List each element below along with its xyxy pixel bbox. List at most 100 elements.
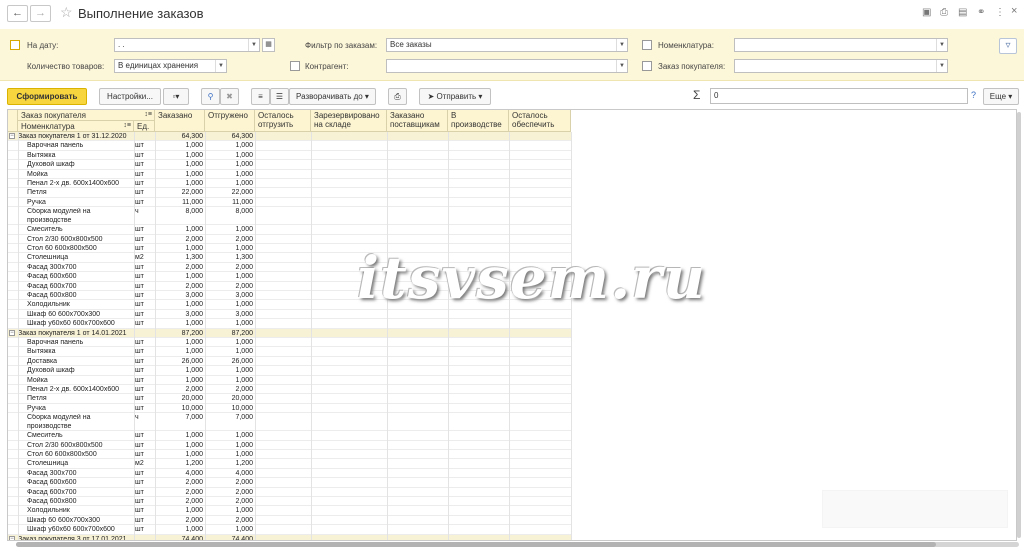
table-row[interactable]: Петля шт 22,000 22,000 [8, 188, 571, 198]
table-row[interactable]: Шкаф 60 600х700х300 шт 2,000 2,000 [8, 516, 571, 526]
vertical-scrollbar[interactable] [1017, 112, 1021, 538]
table-row[interactable]: Стол 2/30 600х800х500 шт 2,000 2,000 [8, 235, 571, 244]
more-button[interactable]: Еще ▾ [983, 88, 1019, 105]
customer-order-field[interactable]: ▼ [734, 59, 948, 73]
date-checkbox[interactable] [10, 40, 20, 50]
group-row[interactable]: − Заказ покупателя 1 от 14.01.2021 87,200 8… [8, 328, 571, 338]
horizontal-scrollbar[interactable] [16, 542, 1019, 547]
header-to-ship[interactable]: Осталось отгрузить [255, 110, 311, 132]
nomenclature-checkbox[interactable] [642, 40, 652, 50]
chevron-down-icon[interactable]: ▼ [215, 60, 226, 72]
nomenclature-field[interactable]: ▼ [734, 38, 948, 52]
chevron-down-icon[interactable]: ▼ [248, 39, 259, 51]
favorite-star-icon[interactable]: ☆ [60, 4, 73, 21]
sum-field[interactable]: 0 [710, 88, 968, 104]
qty-select[interactable]: В единицах хранения ▼ [114, 59, 227, 73]
variant-button[interactable]: ▫▾ [163, 88, 189, 105]
header-in-production[interactable]: В производстве [448, 110, 509, 132]
header-unit[interactable]: Ед. [134, 121, 155, 132]
header-ordered-suppliers[interactable]: Заказано поставщикам [387, 110, 448, 132]
print-icon[interactable]: ⎙ [940, 7, 948, 18]
table-row[interactable]: Фасад 600х600 шт 2,000 2,000 [8, 478, 571, 488]
table-row[interactable]: Варочная панель шт 1,000 1,000 [8, 141, 571, 151]
table-row[interactable]: Вытяжка шт 1,000 1,000 [8, 151, 571, 161]
table-row[interactable]: Варочная панель шт 1,000 1,000 [8, 338, 571, 348]
chevron-down-icon[interactable]: ▼ [936, 60, 947, 72]
chevron-down-icon[interactable]: ▼ [616, 60, 627, 72]
preview-icon[interactable]: ▤ [958, 7, 967, 18]
clear-search-button[interactable]: ✖ [220, 88, 239, 105]
group-row[interactable]: − Заказ покупателя 1 от 31.12.2020 64,300 6… [8, 132, 571, 142]
save-icon[interactable]: ▣ [922, 7, 931, 18]
table-row[interactable]: Холодильник шт 1,000 1,000 [8, 506, 571, 516]
counterparty-checkbox[interactable] [290, 61, 300, 71]
cell-unit: шт [135, 376, 144, 384]
table-row[interactable]: Сборка модулей на производстве ч 7,000 7,000 [8, 413, 571, 432]
generate-button[interactable]: Сформировать [7, 88, 87, 105]
header-ordered[interactable]: Заказано [155, 110, 205, 132]
collapse-all-button[interactable]: ☰ [270, 88, 289, 105]
table-row[interactable]: Фасад 600х700 шт 2,000 2,000 [8, 488, 571, 497]
collapse-icon[interactable]: − [9, 535, 15, 540]
help-icon[interactable]: ? [971, 90, 976, 100]
notification-toast [822, 490, 1008, 528]
more-vertical-icon[interactable]: ⋮ [995, 7, 1005, 18]
header-group[interactable]: Заказ покупателя ↕≡ [18, 110, 155, 121]
expand-all-button[interactable]: ≡ [251, 88, 270, 105]
table-row[interactable]: Фасад 600х800 шт 2,000 2,000 [8, 497, 571, 507]
cell-unit: шт [135, 282, 144, 290]
close-icon[interactable]: × [1011, 5, 1017, 17]
settings-button[interactable]: Настройки... [99, 88, 161, 105]
table-row[interactable]: Ручка шт 11,000 11,000 [8, 198, 571, 208]
cell-unit: шт [135, 189, 144, 197]
group-row[interactable]: − Заказ покупателя 3 от 17.01.2021 74,400 7… [8, 534, 571, 540]
table-row[interactable]: Вытяжка шт 1,000 1,000 [8, 347, 571, 357]
header-reserved[interactable]: Зарезервировано на складе [311, 110, 387, 132]
table-row[interactable]: Ручка шт 10,000 10,000 [8, 404, 571, 414]
table-row[interactable]: Смеситель шт 1,000 1,000 [8, 225, 571, 235]
link-icon[interactable]: ⚭ [977, 7, 985, 18]
expand-to-button[interactable]: Разворачивать до ▾ [289, 88, 376, 105]
search-button[interactable]: ⚲ [201, 88, 220, 105]
scrollbar-thumb[interactable] [16, 542, 936, 547]
table-row[interactable]: Мойка шт 1,000 1,000 [8, 376, 571, 385]
header-shipped[interactable]: Отгружено [205, 110, 255, 132]
table-row[interactable]: Столешница м2 1,200 1,200 [8, 459, 571, 469]
report-table[interactable]: Заказ покупателя ↕≡ Номенклатура ↕≡ Ед. За… [7, 109, 1017, 541]
chevron-down-icon[interactable]: ▼ [616, 39, 627, 51]
table-row[interactable]: Пенал 2-х дв. 600х1400х600 шт 2,000 2,000 [8, 385, 571, 395]
table-row[interactable]: Сборка модулей на производстве ч 8,000 8,000 [8, 207, 571, 226]
table-row[interactable]: Стол 60 600х800х500 шт 1,000 1,000 [8, 450, 571, 460]
table-row[interactable]: Духовой шкаф шт 1,000 1,000 [8, 160, 571, 170]
table-row[interactable]: Пенал 2-х дв. 600х1400х600 шт 1,000 1,000 [8, 179, 571, 189]
table-row[interactable]: Доставка шт 26,000 26,000 [8, 357, 571, 367]
table-row[interactable]: Шкаф у60х60 600х700х600 шт 1,000 1,000 [8, 319, 571, 329]
date-field[interactable]: . . ▼ [114, 38, 260, 52]
table-row[interactable]: Стол 2/30 600х800х500 шт 1,000 1,000 [8, 441, 571, 450]
chevron-down-icon[interactable]: ▼ [936, 39, 947, 51]
table-row[interactable]: Фасад 300х700 шт 4,000 4,000 [8, 469, 571, 479]
calendar-button[interactable]: ▦ [262, 38, 275, 52]
header-item[interactable]: Номенклатура ↕≡ [18, 121, 134, 132]
customer-order-label: Заказ покупателя: [658, 62, 726, 71]
column-divider [255, 132, 256, 540]
send-button[interactable]: ➤ Отправить ▾ [419, 88, 491, 105]
table-row[interactable]: Духовой шкаф шт 1,000 1,000 [8, 366, 571, 376]
cell-shipped: 8,000 [235, 208, 253, 216]
cell-unit: м2 [135, 254, 144, 262]
collapse-icon[interactable]: − [9, 133, 15, 139]
filter-icon[interactable]: ▿ [999, 38, 1017, 54]
back-button[interactable]: ← [7, 5, 28, 22]
table-row[interactable]: Шкаф у60х60 600х700х600 шт 1,000 1,000 [8, 525, 571, 535]
collapse-icon[interactable]: − [9, 329, 15, 336]
print-button[interactable]: ⎙ [388, 88, 407, 105]
table-row[interactable]: Смеситель шт 1,000 1,000 [8, 431, 571, 441]
order-filter-select[interactable]: Все заказы ▼ [386, 38, 628, 52]
counterparty-field[interactable]: ▼ [386, 59, 628, 73]
table-row[interactable]: Мойка шт 1,000 1,000 [8, 170, 571, 179]
customer-order-checkbox[interactable] [642, 61, 652, 71]
cell-ordered: 1,000 [185, 180, 203, 187]
header-to-provide[interactable]: Осталось обеспечить [509, 110, 571, 132]
table-row[interactable]: Петля шт 20,000 20,000 [8, 394, 571, 404]
forward-button[interactable]: → [30, 5, 51, 22]
